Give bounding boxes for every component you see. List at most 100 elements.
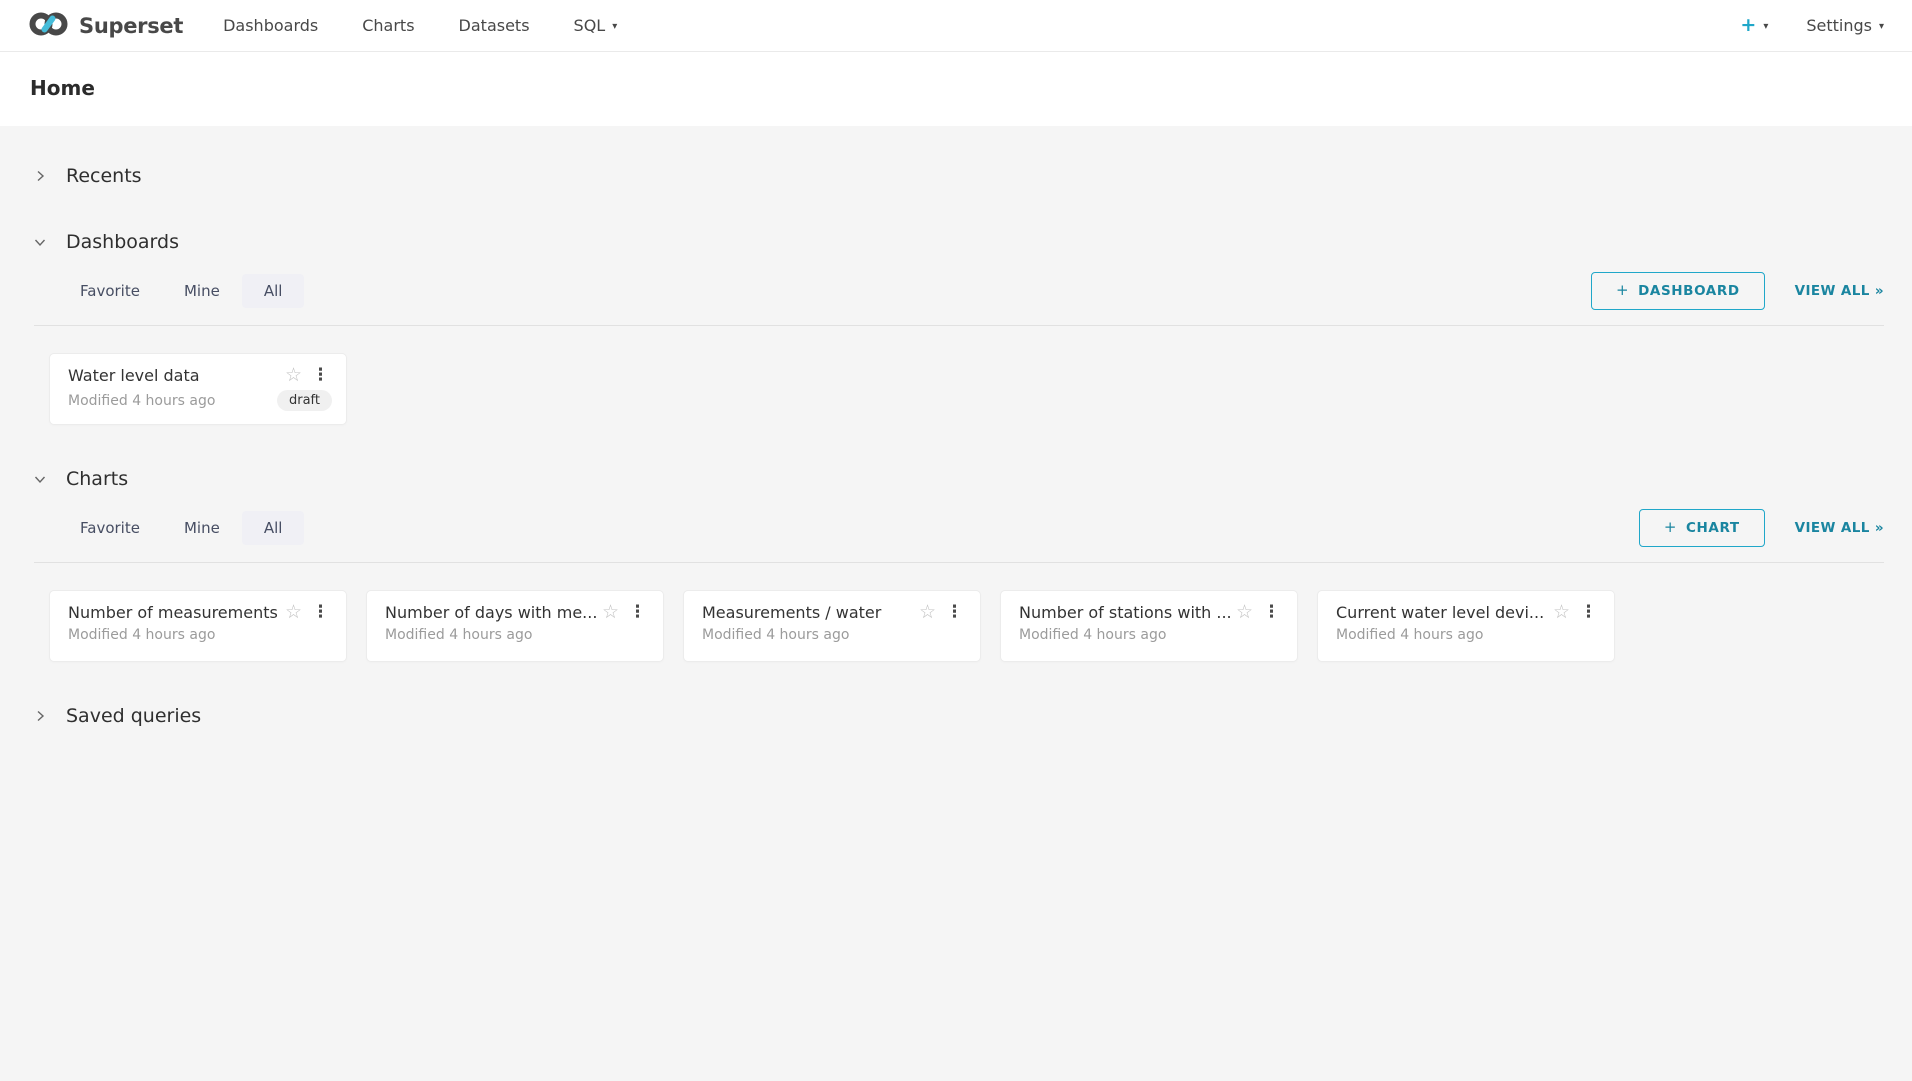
page-header: Home bbox=[0, 52, 1912, 126]
tab-all[interactable]: All bbox=[242, 511, 305, 545]
superset-infinity-icon bbox=[28, 11, 70, 41]
settings-menu[interactable]: Settings ▾ bbox=[1806, 16, 1884, 35]
settings-label: Settings bbox=[1806, 16, 1872, 35]
content: Recents Dashboards Favorite Mine All + D… bbox=[0, 126, 1912, 740]
section-header-recents[interactable]: Recents bbox=[28, 152, 1884, 200]
chart-card-title[interactable]: Number of measurements bbox=[68, 603, 279, 622]
chart-card[interactable]: Measurements / water ☆ ⋮ Modified 4 hour… bbox=[683, 590, 981, 662]
chevron-down-icon bbox=[34, 236, 46, 248]
nav-item-charts[interactable]: Charts bbox=[362, 16, 414, 35]
card-bottom: Modified 4 hours ago draft bbox=[68, 390, 332, 411]
section-title: Charts bbox=[66, 468, 128, 490]
favorite-star-icon[interactable]: ☆ bbox=[285, 366, 302, 385]
charts-tabs: Favorite Mine All bbox=[58, 511, 304, 545]
chevron-down-icon: ▾ bbox=[1879, 21, 1884, 32]
section-header-saved-queries[interactable]: Saved queries bbox=[28, 692, 1884, 740]
top-navbar: Superset Dashboards Charts Datasets SQL … bbox=[0, 0, 1912, 52]
nav-item-dashboards[interactable]: Dashboards bbox=[223, 16, 318, 35]
chevron-right-icon bbox=[34, 170, 46, 182]
card-icons: ☆ ⋮ bbox=[285, 603, 332, 622]
card-icons: ☆ ⋮ bbox=[285, 366, 332, 385]
new-item-menu[interactable]: + ▾ bbox=[1740, 16, 1768, 35]
chart-card-title[interactable]: Number of days with me... bbox=[385, 603, 596, 622]
brand-name: Superset bbox=[79, 14, 183, 38]
card-icons: ☆ ⋮ bbox=[919, 603, 966, 622]
add-chart-label: CHART bbox=[1686, 520, 1740, 536]
view-all-charts-link[interactable]: VIEW ALL » bbox=[1795, 520, 1884, 536]
card-top: Number of stations with ... ☆ ⋮ bbox=[1019, 603, 1283, 622]
chart-card[interactable]: Number of stations with ... ☆ ⋮ Modified… bbox=[1000, 590, 1298, 662]
superset-logo[interactable]: Superset bbox=[28, 11, 183, 41]
tab-favorite[interactable]: Favorite bbox=[58, 274, 162, 308]
favorite-star-icon[interactable]: ☆ bbox=[602, 603, 619, 622]
tab-favorite[interactable]: Favorite bbox=[58, 511, 162, 545]
dashboards-cards-row: Water level data ☆ ⋮ Modified 4 hours ag… bbox=[28, 326, 1884, 455]
favorite-star-icon[interactable]: ☆ bbox=[1236, 603, 1253, 622]
modified-timestamp: Modified 4 hours ago bbox=[385, 627, 532, 643]
tab-mine[interactable]: Mine bbox=[162, 274, 242, 308]
nav-links: Dashboards Charts Datasets SQL ▾ bbox=[223, 16, 617, 35]
section-header-dashboards[interactable]: Dashboards bbox=[28, 218, 1884, 266]
dashboards-toolbar: Favorite Mine All + DASHBOARD VIEW ALL » bbox=[28, 272, 1884, 310]
nav-right: + ▾ Settings ▾ bbox=[1740, 16, 1884, 35]
add-chart-button[interactable]: + CHART bbox=[1639, 509, 1765, 547]
favorite-star-icon[interactable]: ☆ bbox=[919, 603, 936, 622]
card-top: Water level data ☆ ⋮ bbox=[68, 366, 332, 385]
chevron-right-icon bbox=[34, 710, 46, 722]
chevron-down-icon: ▾ bbox=[1763, 21, 1768, 32]
card-bottom: Modified 4 hours ago bbox=[68, 627, 332, 643]
dashboards-actions: + DASHBOARD VIEW ALL » bbox=[1591, 272, 1884, 310]
page-title: Home bbox=[30, 76, 1882, 100]
more-menu-icon[interactable]: ⋮ bbox=[1261, 604, 1283, 621]
chart-card-title[interactable]: Current water level devi... bbox=[1336, 603, 1547, 622]
card-icons: ☆ ⋮ bbox=[1553, 603, 1600, 622]
more-menu-icon[interactable]: ⋮ bbox=[944, 604, 966, 621]
modified-timestamp: Modified 4 hours ago bbox=[68, 393, 215, 409]
modified-timestamp: Modified 4 hours ago bbox=[1019, 627, 1166, 643]
tab-mine[interactable]: Mine bbox=[162, 511, 242, 545]
section-header-charts[interactable]: Charts bbox=[28, 455, 1884, 503]
card-icons: ☆ ⋮ bbox=[602, 603, 649, 622]
plus-icon: + bbox=[1616, 281, 1629, 299]
draft-status-badge: draft bbox=[277, 390, 332, 411]
plus-icon: + bbox=[1740, 16, 1756, 35]
section-title: Recents bbox=[66, 165, 142, 187]
modified-timestamp: Modified 4 hours ago bbox=[68, 627, 215, 643]
modified-timestamp: Modified 4 hours ago bbox=[702, 627, 849, 643]
chevron-down-icon: ▾ bbox=[612, 21, 617, 32]
more-menu-icon[interactable]: ⋮ bbox=[1578, 604, 1600, 621]
dashboard-card[interactable]: Water level data ☆ ⋮ Modified 4 hours ag… bbox=[49, 353, 347, 425]
section-title: Dashboards bbox=[66, 231, 179, 253]
nav-item-datasets[interactable]: Datasets bbox=[459, 16, 530, 35]
more-menu-icon[interactable]: ⋮ bbox=[627, 604, 649, 621]
chart-card[interactable]: Current water level devi... ☆ ⋮ Modified… bbox=[1317, 590, 1615, 662]
chart-card[interactable]: Number of measurements ☆ ⋮ Modified 4 ho… bbox=[49, 590, 347, 662]
card-bottom: Modified 4 hours ago bbox=[1019, 627, 1283, 643]
section-title: Saved queries bbox=[66, 705, 201, 727]
tab-all[interactable]: All bbox=[242, 274, 305, 308]
more-menu-icon[interactable]: ⋮ bbox=[310, 604, 332, 621]
add-dashboard-button[interactable]: + DASHBOARD bbox=[1591, 272, 1765, 310]
card-top: Measurements / water ☆ ⋮ bbox=[702, 603, 966, 622]
chevron-down-icon bbox=[34, 473, 46, 485]
chart-card-title[interactable]: Number of stations with ... bbox=[1019, 603, 1230, 622]
favorite-star-icon[interactable]: ☆ bbox=[1553, 603, 1570, 622]
view-all-dashboards-link[interactable]: VIEW ALL » bbox=[1795, 283, 1884, 299]
card-icons: ☆ ⋮ bbox=[1236, 603, 1283, 622]
modified-timestamp: Modified 4 hours ago bbox=[1336, 627, 1483, 643]
card-bottom: Modified 4 hours ago bbox=[385, 627, 649, 643]
nav-item-sql[interactable]: SQL ▾ bbox=[574, 16, 618, 35]
plus-icon: + bbox=[1664, 518, 1677, 536]
nav-item-sql-label: SQL bbox=[574, 16, 606, 35]
favorite-star-icon[interactable]: ☆ bbox=[285, 603, 302, 622]
charts-toolbar: Favorite Mine All + CHART VIEW ALL » bbox=[28, 509, 1884, 547]
add-dashboard-label: DASHBOARD bbox=[1638, 283, 1740, 299]
card-top: Number of measurements ☆ ⋮ bbox=[68, 603, 332, 622]
dashboards-tabs: Favorite Mine All bbox=[58, 274, 304, 308]
more-menu-icon[interactable]: ⋮ bbox=[310, 367, 332, 384]
charts-actions: + CHART VIEW ALL » bbox=[1639, 509, 1884, 547]
dashboard-card-title[interactable]: Water level data bbox=[68, 366, 279, 385]
chart-card[interactable]: Number of days with me... ☆ ⋮ Modified 4… bbox=[366, 590, 664, 662]
chart-card-title[interactable]: Measurements / water bbox=[702, 603, 913, 622]
card-top: Number of days with me... ☆ ⋮ bbox=[385, 603, 649, 622]
